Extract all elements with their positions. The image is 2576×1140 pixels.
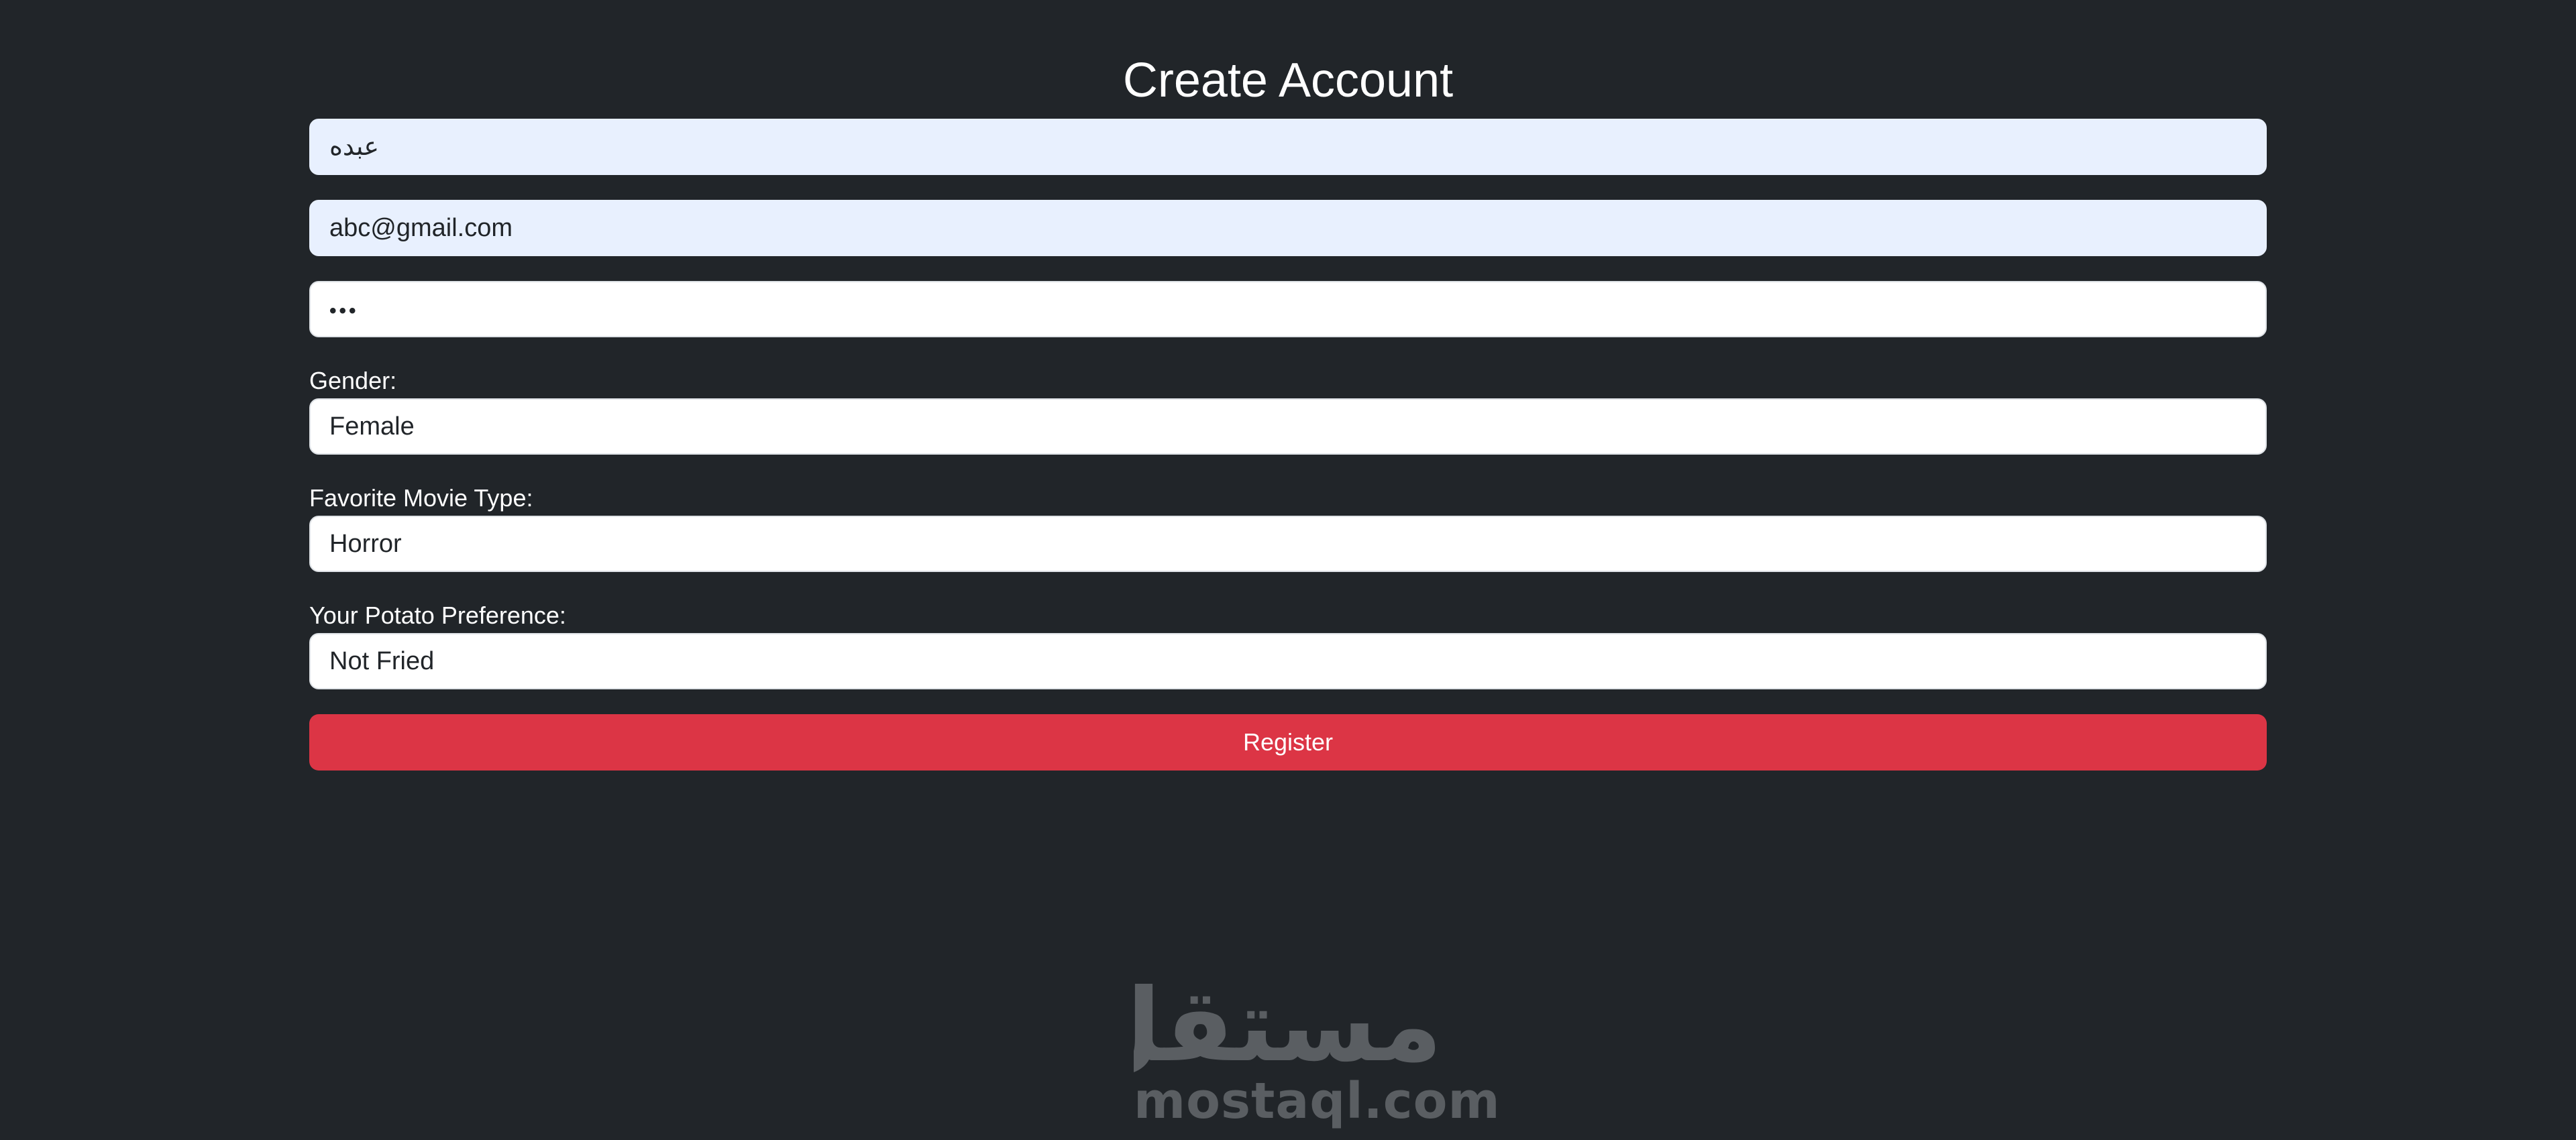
email-field-value: abc@gmail.com (329, 214, 513, 242)
gender-select-value: Female (329, 412, 415, 441)
page: Create Account عبده abc@gmail.com ••• Ge… (0, 0, 2576, 1140)
movie-type-label: Favorite Movie Type: (309, 484, 533, 512)
name-field-value: عبده (329, 133, 379, 161)
password-field[interactable]: ••• (309, 281, 2267, 337)
name-field[interactable]: عبده (309, 119, 2267, 175)
potato-preference-label: Your Potato Preference: (309, 602, 566, 629)
email-field[interactable]: abc@gmail.com (309, 200, 2267, 256)
gender-select[interactable]: Female (309, 398, 2267, 455)
potato-preference-select-value: Not Fried (329, 647, 435, 675)
gender-label: Gender: (309, 367, 397, 394)
potato-preference-select[interactable]: Not Fried (309, 633, 2267, 689)
watermark-arabic-text: مستقل (1134, 976, 1442, 1076)
register-button[interactable]: Register (309, 714, 2267, 771)
mostaql-watermark-logo: مستقل mostaql.com (1134, 976, 1501, 1130)
watermark-latin-text: mostaql.com (1134, 1072, 1501, 1130)
movie-type-select[interactable]: Horror (309, 516, 2267, 572)
password-field-value: ••• (329, 300, 359, 322)
page-title: Create Account (1122, 54, 1454, 107)
movie-type-select-value: Horror (329, 530, 402, 558)
